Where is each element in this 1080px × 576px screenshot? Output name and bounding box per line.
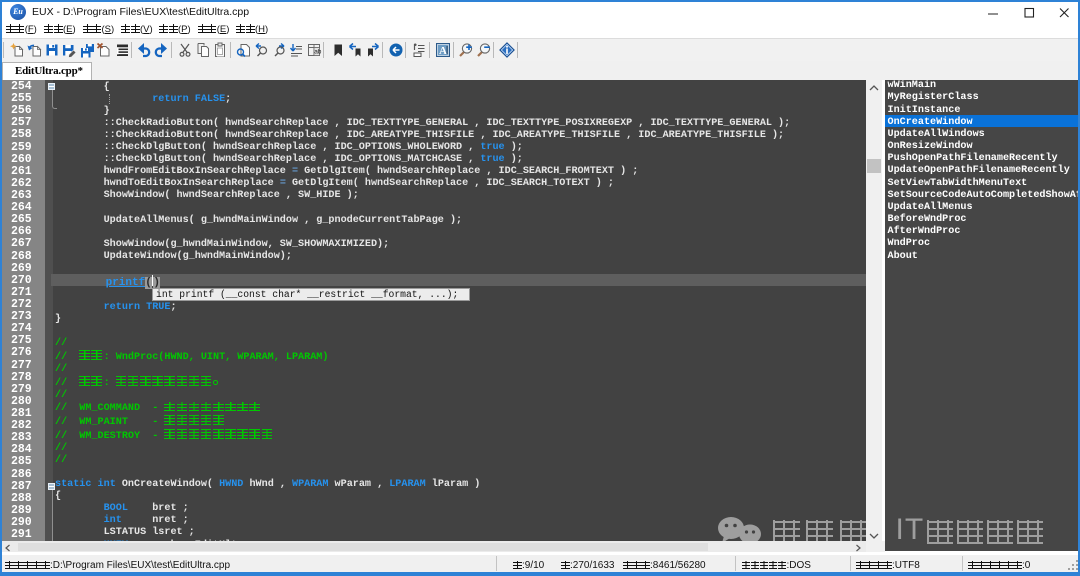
svg-text:A: A: [439, 45, 447, 57]
svg-text:ab: ab: [314, 49, 322, 56]
